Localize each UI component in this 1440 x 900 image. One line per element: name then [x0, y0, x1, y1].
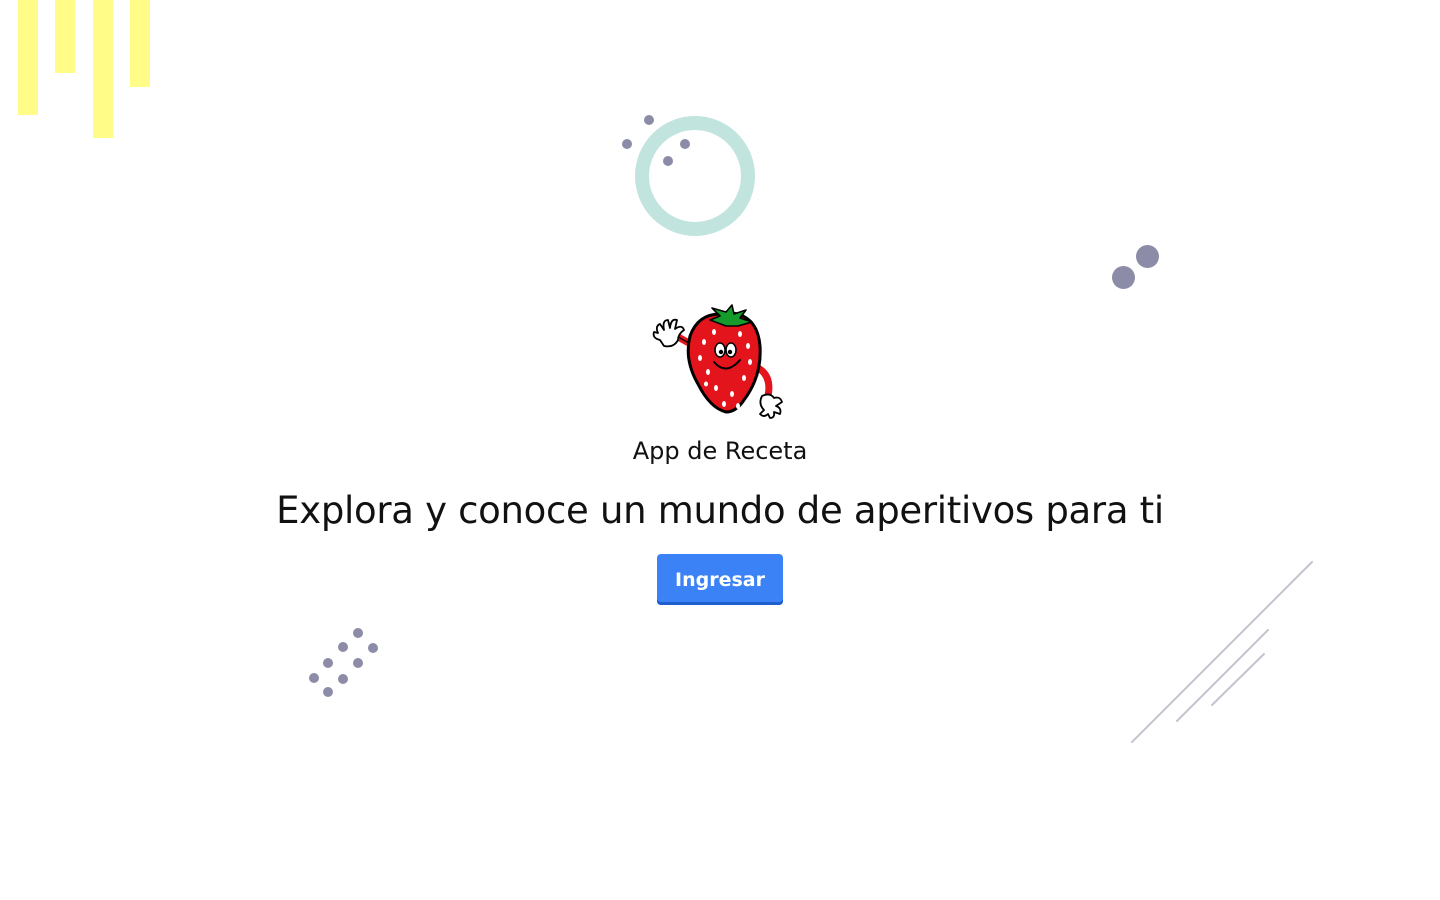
landing-page: App de Receta Explora y conoce un mundo … — [0, 0, 1440, 900]
decor-bar — [55, 0, 75, 73]
decor-dot — [622, 139, 632, 149]
app-name: App de Receta — [632, 437, 808, 465]
decor-bar — [93, 0, 113, 138]
ingresar-button[interactable]: Ingresar — [657, 554, 783, 605]
decor-bar — [18, 0, 38, 115]
decor-bar — [130, 0, 150, 87]
decor-dot — [680, 139, 690, 149]
hero-section: App de Receta Explora y conoce un mundo … — [0, 300, 1440, 605]
decor-dot — [1136, 245, 1159, 268]
decor-ring — [635, 116, 755, 236]
decor-dot — [644, 115, 654, 125]
decor-dot — [1112, 266, 1135, 289]
decor-dot — [663, 156, 673, 166]
page-headline: Explora y conoce un mundo de aperitivos … — [276, 489, 1164, 532]
strawberry-mascot-icon — [652, 304, 783, 419]
decor-dot-grid — [309, 628, 378, 697]
